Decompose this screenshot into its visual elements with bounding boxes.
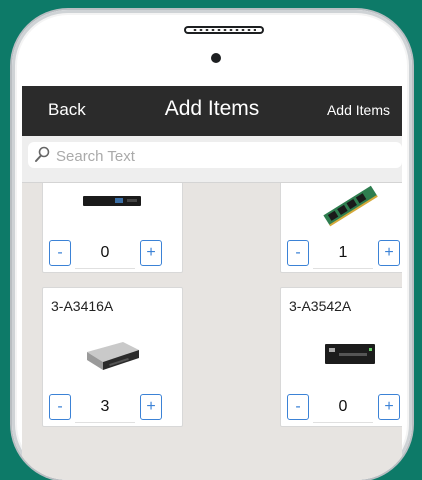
quantity-value[interactable]: 0	[313, 392, 373, 423]
search-input[interactable]	[54, 145, 398, 167]
item-card: - 0 +	[42, 183, 183, 273]
item-card: 3-A3416A - 3 +	[42, 287, 183, 427]
tape-drive-image	[317, 326, 383, 380]
increase-quantity-button[interactable]: +	[378, 240, 400, 266]
quantity-value[interactable]: 0	[75, 238, 135, 269]
quantity-value[interactable]: 1	[313, 238, 373, 269]
quantity-stepper: - 0 +	[287, 392, 402, 423]
app-screen: Back Add Items Add Items Search Text - 0…	[22, 86, 402, 480]
search-bar	[22, 136, 402, 183]
quantity-stepper: - 1 +	[287, 238, 402, 269]
quantity-stepper: - 0 +	[49, 238, 177, 269]
quantity-stepper: - 3 +	[49, 392, 177, 423]
increase-quantity-button[interactable]: +	[378, 394, 400, 420]
increase-quantity-button[interactable]: +	[140, 394, 162, 420]
decrease-quantity-button[interactable]: -	[287, 240, 309, 266]
search-icon	[35, 146, 50, 162]
quantity-value[interactable]: 3	[75, 392, 135, 423]
ups-rack-unit-image	[79, 183, 145, 234]
optical-drive-image	[79, 326, 145, 380]
item-code: 3-A3416A	[51, 298, 114, 314]
search-field[interactable]	[28, 142, 402, 168]
items-grid: - 0 + - 1 + 3-A3416A - 3 + 3-A3542A - 0 …	[22, 183, 402, 480]
navigation-bar: Back Add Items Add Items	[22, 86, 402, 136]
item-card: 3-A3542A - 0 +	[280, 287, 402, 427]
ram-module-image	[317, 183, 383, 234]
increase-quantity-button[interactable]: +	[140, 240, 162, 266]
decrease-quantity-button[interactable]: -	[49, 394, 71, 420]
speaker-grille	[184, 26, 264, 34]
decrease-quantity-button[interactable]: -	[49, 240, 71, 266]
item-card: - 1 +	[280, 183, 402, 273]
front-camera	[211, 53, 221, 63]
add-items-button[interactable]: Add Items	[327, 102, 390, 118]
item-code: 3-A3542A	[289, 298, 352, 314]
phone-frame: Back Add Items Add Items Search Text - 0…	[12, 10, 412, 480]
decrease-quantity-button[interactable]: -	[287, 394, 309, 420]
